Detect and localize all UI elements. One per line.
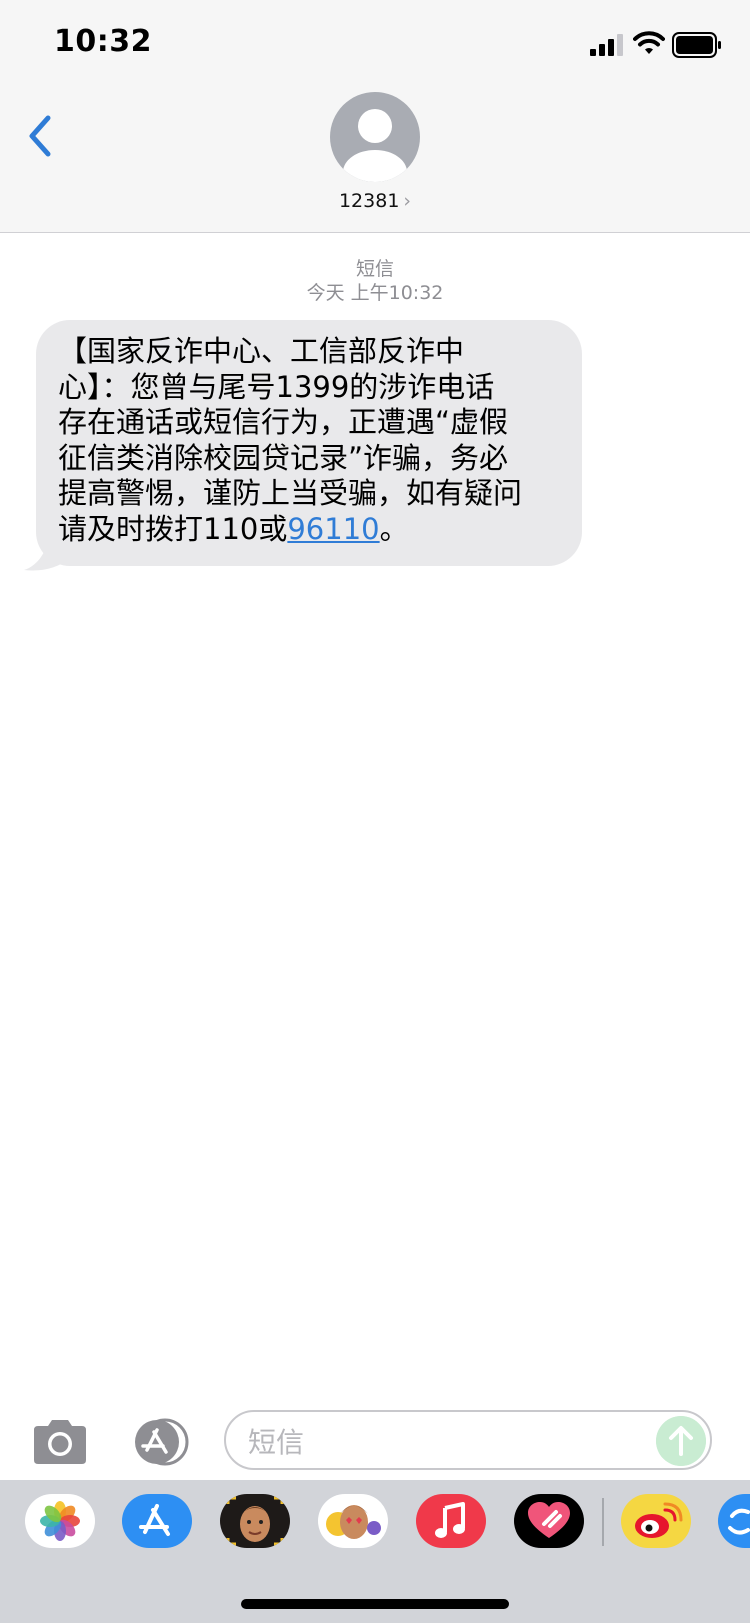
home-indicator[interactable] [241,1599,509,1609]
message-input[interactable] [246,1422,650,1462]
back-chevron-icon[interactable] [24,110,64,162]
contact-chevron-icon: › [403,190,412,212]
phone-number-link[interactable]: 96110 [287,512,379,546]
person-silhouette-icon [343,109,407,182]
message-text: 【国家反诈中心、工信部反诈中 心】：您曾与尾号1399的涉诈电话 存在通话或短信… [58,334,570,547]
contact-name[interactable]: 12381 › [0,190,750,212]
cellular-signal-icon [590,34,623,56]
message-line: 【国家反诈中心、工信部反诈中 [58,334,465,368]
message-line: 心】：您曾与尾号1399的涉诈电话 [58,369,495,404]
digital-touch-icon[interactable] [514,1494,584,1548]
animoji-stickers-icon[interactable] [318,1494,388,1548]
send-arrow-icon[interactable] [656,1416,706,1466]
message-line-last: 请及时拨打110或96110。 [58,512,570,548]
message-line: 征信类消除校园贷记录”诈骗，务必 [58,440,509,475]
app-store-drawer-icon[interactable] [127,1418,193,1466]
camera-icon[interactable] [30,1418,90,1466]
wifi-icon [633,31,665,54]
battery-icon [672,32,721,58]
weibo-icon[interactable] [621,1494,691,1548]
message-line: 请及时拨打110或 [58,511,288,546]
message-line: 存在通话或短信行为，正遭遇“虚假 [58,405,509,439]
app-strip-divider [602,1498,604,1546]
photos-app-icon[interactable] [25,1494,95,1548]
status-time: 10:32 [54,24,152,59]
service-label: 短信 [355,258,394,280]
message-timestamp: 今天 上午10:32 [306,282,444,304]
music-icon[interactable] [416,1494,486,1548]
memoji-icon[interactable] [220,1494,290,1548]
contact-avatar[interactable] [330,92,420,182]
message-line: 提高警惕，谨防上当受骗，如有疑问 [58,476,523,510]
message-input-container[interactable] [224,1410,712,1470]
contact-number: 12381 [338,190,400,212]
app-store-icon[interactable] [122,1494,192,1548]
message-end-punctuation: 。 [379,511,409,546]
